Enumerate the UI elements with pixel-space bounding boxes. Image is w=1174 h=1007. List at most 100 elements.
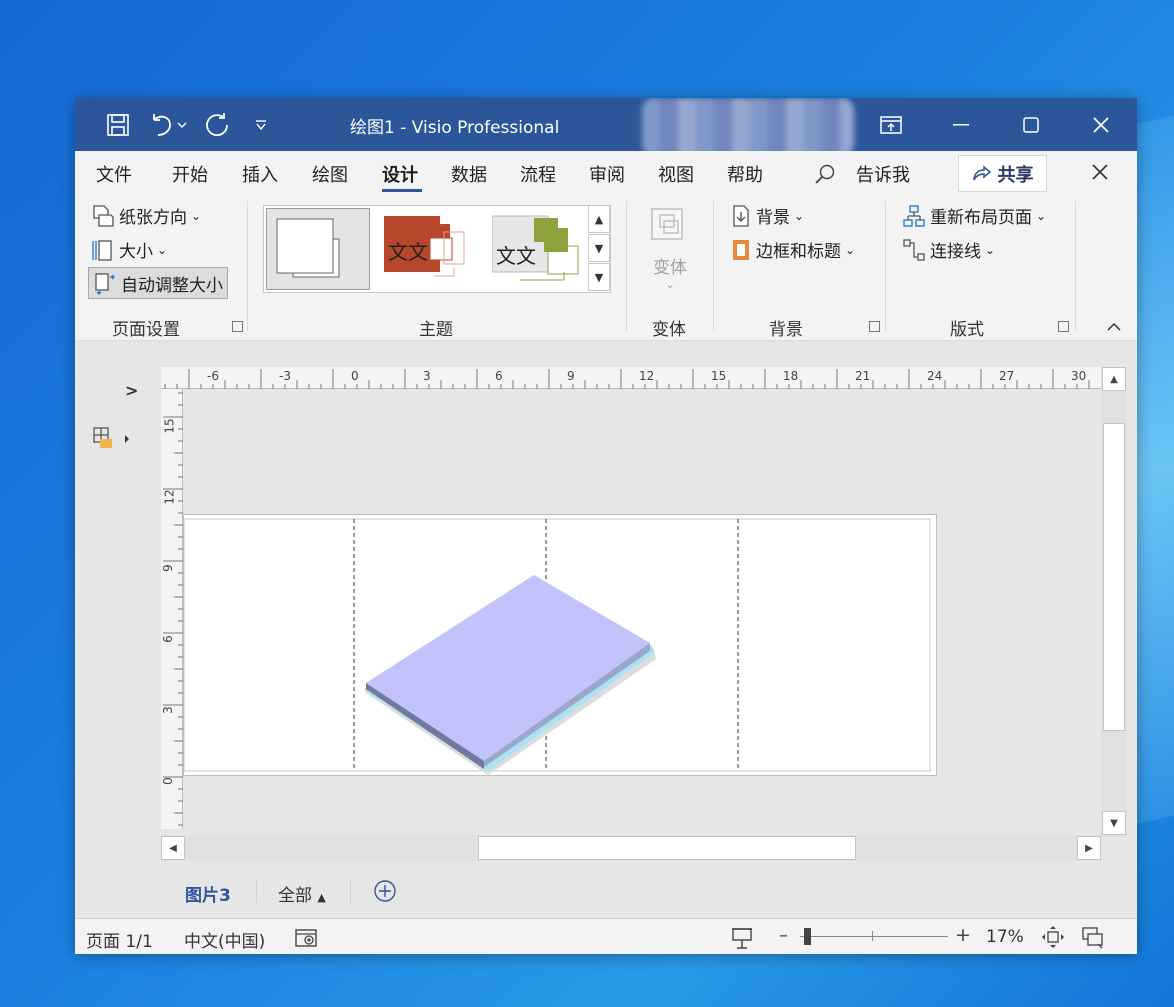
scroll-up-button[interactable]: ▲ <box>1102 367 1126 391</box>
separator <box>256 879 257 903</box>
zoom-in-button[interactable]: + <box>955 924 971 946</box>
zoom-slider-center-tick <box>872 931 873 941</box>
themes-group-label: 主题 <box>419 320 453 340</box>
undo-icon[interactable] <box>145 110 191 140</box>
gallery-more-button[interactable]: ▼ <box>588 263 610 291</box>
close-ribbon-icon[interactable] <box>1090 162 1110 186</box>
theme-facet[interactable]: 文文 <box>491 210 584 290</box>
page-tab[interactable]: 图片3 <box>185 881 231 906</box>
maximize-button[interactable] <box>997 98 1065 151</box>
theme-gallery: 文文 文文 <box>263 205 611 293</box>
variants-button[interactable]: 变体 ⌄ <box>642 205 698 297</box>
ruler-label: 3 <box>160 706 175 714</box>
layout-launcher-icon[interactable] <box>1058 321 1069 332</box>
fit-page-icon[interactable] <box>1041 925 1065 953</box>
ruler-label: 21 <box>855 369 871 383</box>
add-page-icon[interactable] <box>373 879 397 907</box>
tab-home[interactable]: 开始 <box>172 161 208 187</box>
lightbulb-search-icon[interactable] <box>814 163 836 189</box>
presentation-mode-icon[interactable] <box>730 926 754 954</box>
page-setup-launcher-icon[interactable] <box>232 321 243 332</box>
stencil-icon[interactable] <box>92 426 132 456</box>
all-pages-button[interactable]: 全部 ▲ <box>278 881 326 906</box>
ruler-label: 18 <box>783 369 799 383</box>
scroll-right-button[interactable]: ▶ <box>1077 836 1101 860</box>
tab-design[interactable]: 设计 <box>382 161 418 187</box>
gallery-scroll-down-button[interactable]: ▼ <box>588 234 610 262</box>
horizontal-scrollbar[interactable]: ◀ ▶ <box>161 835 1101 861</box>
title-bar: 绘图1 - Visio Professional <box>75 98 1137 156</box>
zoom-out-button[interactable]: – <box>779 925 788 946</box>
relayout-icon <box>903 204 925 227</box>
borders-titles-icon <box>733 239 749 260</box>
theme-none[interactable] <box>266 208 370 290</box>
theme-ion[interactable]: 文文 <box>382 210 472 290</box>
shapes-pane-collapsed: > <box>75 341 145 918</box>
language-indicator[interactable]: 中文(中国) <box>184 927 265 952</box>
variants-button-label: 变体 <box>653 258 687 278</box>
chevron-down-icon: ⌄ <box>794 208 805 223</box>
separator <box>626 201 627 331</box>
redo-icon[interactable] <box>203 110 233 140</box>
3d-box-shape[interactable] <box>364 575 656 775</box>
tell-me-search[interactable]: 告诉我 <box>856 161 910 187</box>
expand-shapes-pane-icon[interactable]: > <box>125 381 138 400</box>
ribbon-display-options-icon[interactable] <box>857 98 925 151</box>
relayout-page-button[interactable]: 重新布局页面 ⌄ <box>902 203 1046 228</box>
tab-insert[interactable]: 插入 <box>242 161 278 187</box>
scroll-left-button[interactable]: ◀ <box>161 836 185 860</box>
macro-record-icon[interactable] <box>294 927 318 953</box>
tab-review[interactable]: 审阅 <box>589 161 625 187</box>
ruler-label: 0 <box>160 777 175 785</box>
borders-titles-button[interactable]: 边框和标题 ⌄ <box>730 237 855 262</box>
vertical-scroll-thumb[interactable] <box>1103 423 1125 731</box>
zoom-slider-thumb[interactable] <box>804 928 811 945</box>
drawing-page[interactable] <box>183 514 937 776</box>
chevron-down-icon: ⌄ <box>1036 208 1047 223</box>
share-button[interactable]: 共享 <box>958 155 1047 192</box>
page-number[interactable]: 页面 1/1 <box>86 927 153 952</box>
chevron-down-icon: ⌄ <box>985 242 996 257</box>
scroll-down-button[interactable]: ▼ <box>1102 811 1126 835</box>
close-button[interactable] <box>1067 98 1135 151</box>
theme-ion-text: 文文 <box>388 240 428 264</box>
ribbon-tabs: 文件 开始 插入 绘图 设计 数据 流程 审阅 视图 帮助 告诉我 共享 <box>75 151 1137 195</box>
background-button[interactable]: 背景 ⌄ <box>730 203 804 228</box>
separator <box>350 879 351 903</box>
chevron-down-icon: ⌄ <box>665 278 675 291</box>
ruler-label: 3 <box>423 369 431 383</box>
minimize-button[interactable] <box>927 98 995 151</box>
orientation-icon <box>93 204 114 227</box>
auto-size-button[interactable]: 自动调整大小 <box>88 267 228 299</box>
share-label: 共享 <box>997 164 1034 186</box>
ruler-label: 9 <box>160 564 175 572</box>
vertical-scrollbar[interactable]: ▲ ▼ <box>1101 367 1127 837</box>
gallery-scroll-up-button[interactable]: ▲ <box>588 205 610 233</box>
tab-view[interactable]: 视图 <box>658 161 694 187</box>
tab-draw[interactable]: 绘图 <box>312 161 348 187</box>
connectors-button[interactable]: 连接线 ⌄ <box>902 237 995 262</box>
drawing-area: > -6 -3 0 3 6 9 12 15 18 21 24 27 30 15 … <box>75 341 1137 918</box>
share-icon <box>972 164 991 180</box>
switch-windows-icon[interactable] <box>1081 925 1105 953</box>
ruler-label: 15 <box>162 418 177 434</box>
zoom-slider-track[interactable] <box>800 936 948 937</box>
tab-help[interactable]: 帮助 <box>727 161 763 187</box>
zoom-level[interactable]: 17% <box>986 927 1024 947</box>
collapse-ribbon-icon[interactable] <box>1106 317 1122 336</box>
ruler-label: 0 <box>351 369 359 383</box>
horizontal-scroll-thumb[interactable] <box>478 836 856 860</box>
tab-file[interactable]: 文件 <box>96 161 132 187</box>
ruler-label: 30 <box>1071 369 1087 383</box>
backgrounds-launcher-icon[interactable] <box>869 321 880 332</box>
orientation-button[interactable]: 纸张方向 ⌄ <box>91 203 201 228</box>
auto-size-label: 自动调整大小 <box>121 275 223 296</box>
page-tabs-bar: 图片3 全部 ▲ <box>75 861 1137 918</box>
theme-facet-text: 文文 <box>496 244 536 268</box>
tab-data[interactable]: 数据 <box>451 161 487 187</box>
tab-process[interactable]: 流程 <box>520 161 556 187</box>
save-icon[interactable] <box>103 110 133 140</box>
chevron-down-icon: ⌄ <box>191 208 202 223</box>
size-button[interactable]: 大小 ⌄ <box>91 237 167 262</box>
customize-toolbar-icon[interactable] <box>246 110 276 140</box>
